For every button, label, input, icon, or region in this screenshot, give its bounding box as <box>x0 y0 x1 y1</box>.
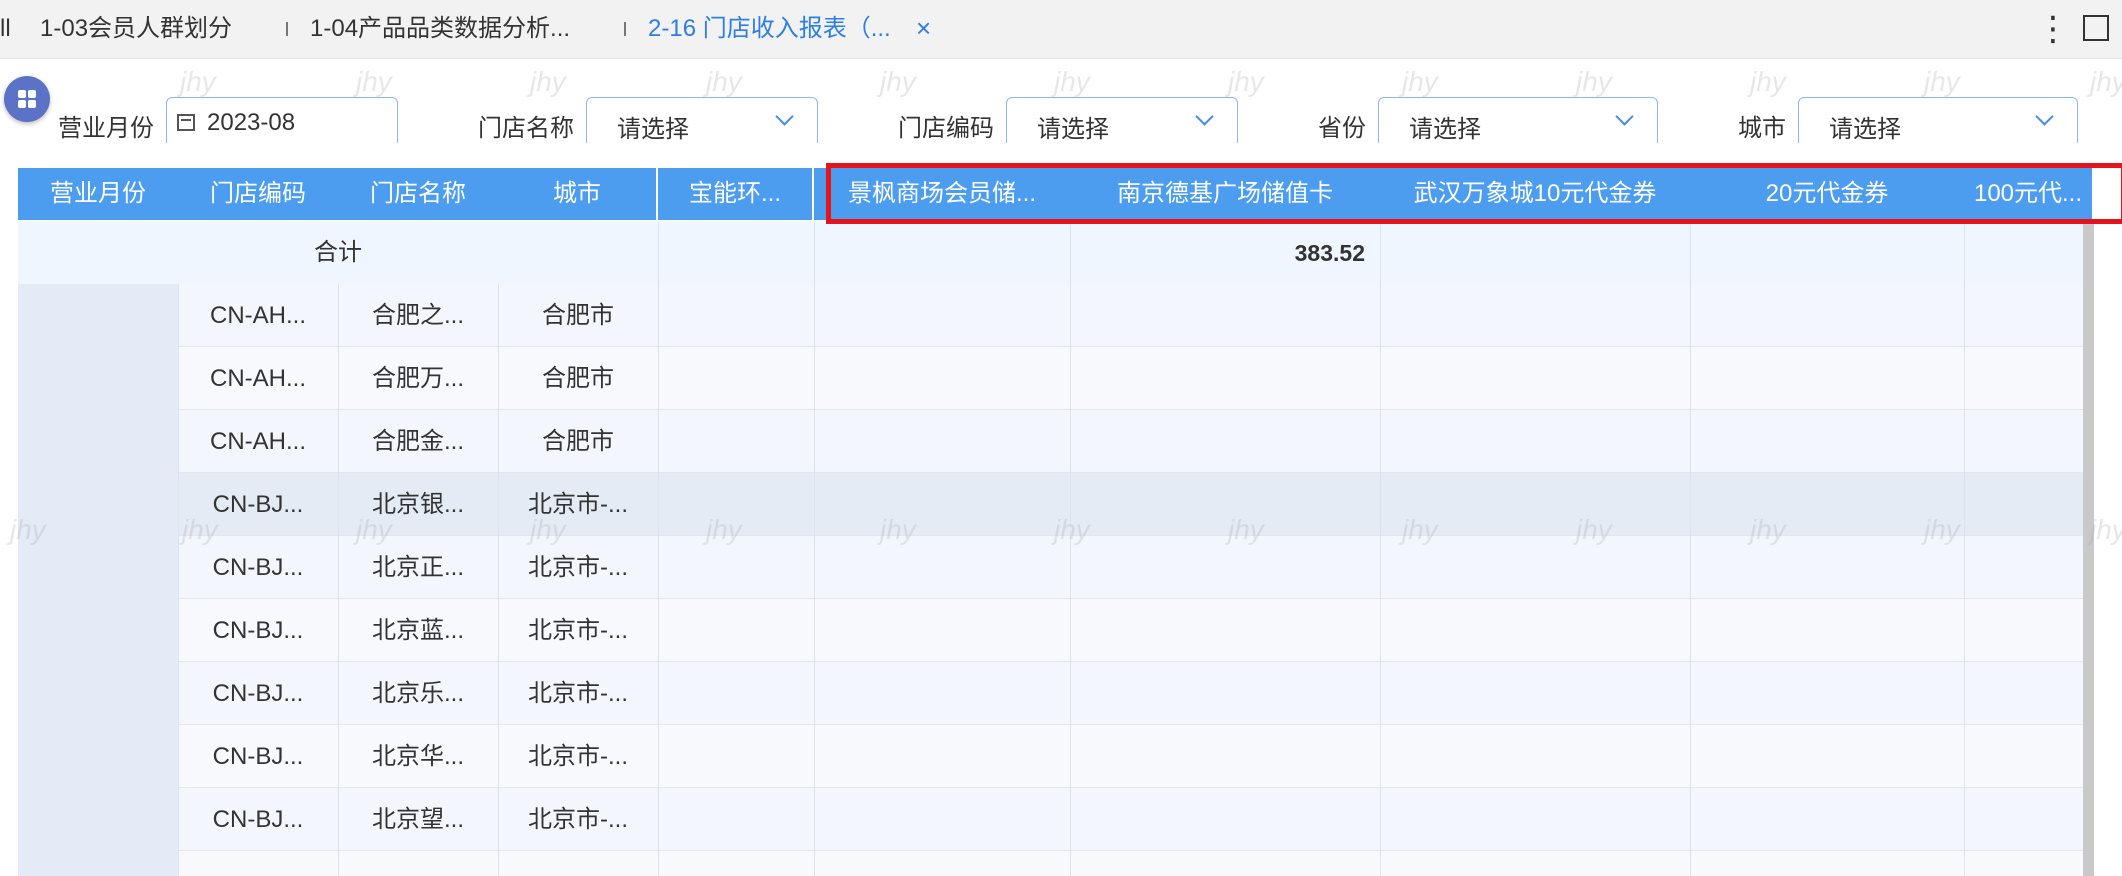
cell-store-code: CN-BJ... <box>212 617 304 644</box>
calendar-icon <box>177 114 195 131</box>
watermark: jhy <box>1576 66 1612 97</box>
store-name-value: 请选择 <box>617 116 689 143</box>
cell-city: 合肥市 <box>542 302 614 329</box>
highlight-box <box>826 163 2122 224</box>
watermark: jhy <box>880 66 916 97</box>
col-header-store-code[interactable]: 门店编码 <box>178 168 340 220</box>
month-value: 2023-08 <box>207 109 296 136</box>
grid-line <box>1070 222 1071 876</box>
watermark: jhy <box>1402 66 1438 97</box>
cell-city: 北京市-... <box>528 491 628 518</box>
cell-store-name: 北京乐... <box>371 680 464 707</box>
grid-line <box>338 284 339 876</box>
table-row[interactable]: CN-BJ... 北京正... 北京市-... <box>178 536 2092 599</box>
tab-product-category[interactable]: 1-04产品品类数据分析... <box>310 0 570 58</box>
province-value: 请选择 <box>1409 116 1481 143</box>
cell-store-code: CN-BJ... <box>212 806 304 833</box>
cell-store-code: CN-BJ... <box>212 680 304 707</box>
grid-line <box>658 222 659 876</box>
cell-store-name: 合肥万... <box>371 365 464 392</box>
table-row[interactable]: CN-BJ... 北京乐... 北京市-... <box>178 662 2092 725</box>
cell-store-name: 北京望... <box>371 806 464 833</box>
province-select[interactable]: 请选择 <box>1378 97 1658 143</box>
cell-store-code: CN-BJ... <box>212 491 304 518</box>
grid-line <box>178 284 179 876</box>
tab-store-revenue-report[interactable]: 2-16 门店收入报表（... <box>648 0 891 58</box>
month-label: 营业月份 <box>58 115 154 142</box>
watermark: jhy <box>530 66 566 97</box>
city-select[interactable]: 请选择 <box>1798 97 2078 143</box>
cell-store-code: CN-AH... <box>210 428 306 455</box>
grid-line <box>1690 222 1691 876</box>
cell-city: 北京市-... <box>528 743 628 770</box>
cell-store-code: CN-BJ... <box>212 743 304 770</box>
col-header-col5[interactable]: 宝能环... <box>658 168 814 220</box>
watermark: jhy <box>1228 66 1264 97</box>
vertical-scrollbar[interactable] <box>2083 222 2094 876</box>
table-row[interactable]: CN-BJ... 北京华... 北京市-... <box>178 725 2092 788</box>
cell-store-name: 北京银... <box>371 491 464 518</box>
col-header-store-name[interactable]: 门店名称 <box>338 168 500 220</box>
table-row[interactable]: CN-AH... 合肥之... 合肥市 <box>178 284 2092 347</box>
store-code-value: 请选择 <box>1037 116 1109 143</box>
table-row[interactable]: CN-AH... 合肥金... 合肥市 <box>178 410 2092 473</box>
watermark: jhy <box>706 66 742 97</box>
col-header-month[interactable]: 营业月份 <box>18 168 180 220</box>
cell-city: 北京市-... <box>528 680 628 707</box>
store-name-select[interactable]: 请选择 <box>586 97 818 143</box>
chevron-down-icon <box>1195 107 1214 126</box>
watermark: jhy <box>2090 514 2122 545</box>
chevron-down-icon <box>1615 107 1634 126</box>
maximize-icon[interactable] <box>2083 15 2109 41</box>
chevron-down-icon <box>775 107 794 126</box>
store-code-label: 门店编码 <box>898 115 994 142</box>
cell-store-name: 合肥之... <box>371 302 464 329</box>
table-row[interactable]: CN-BJ... 北京蓝... 北京市-... <box>178 599 2092 662</box>
watermark: jhy <box>2090 66 2122 97</box>
cell-store-name: 北京蓝... <box>371 617 464 644</box>
cell-store-name: 合肥金... <box>371 428 464 455</box>
grid-line <box>1964 222 1965 876</box>
cell-store-name: 北京华... <box>371 743 464 770</box>
tab-partial[interactable]: ll <box>0 0 11 58</box>
cell-city: 合肥市 <box>542 365 614 392</box>
tab-bar: ll 1-03会员人群划分 1-04产品品类数据分析... 2-16 门店收入报… <box>0 0 2122 59</box>
tab-separator <box>286 22 288 36</box>
grid-line <box>1380 222 1381 876</box>
col-header-city[interactable]: 城市 <box>498 168 658 220</box>
month-picker[interactable]: 2023-08 <box>166 97 398 143</box>
cell-store-code: CN-AH... <box>210 365 306 392</box>
table-row-hovered[interactable]: CN-BJ... 北京银... 北京市-... <box>178 473 2092 536</box>
city-label: 城市 <box>1738 115 1786 142</box>
watermark: jhy <box>1924 66 1960 97</box>
merged-month-cell <box>18 284 178 876</box>
total-label: 合计 <box>314 239 362 266</box>
city-value: 请选择 <box>1829 116 1901 143</box>
tab-separator <box>624 22 626 36</box>
watermark: jhy <box>356 66 392 97</box>
cell-city: 北京市-... <box>528 554 628 581</box>
watermark: jhy <box>1054 66 1090 97</box>
cell-store-code: CN-BJ... <box>212 554 304 581</box>
chevron-down-icon <box>2035 107 2054 126</box>
province-label: 省份 <box>1318 115 1366 142</box>
table-row[interactable]: CN-AH... 合肥万... 合肥市 <box>178 347 2092 410</box>
cell-store-code: CN-AH... <box>210 302 306 329</box>
table-row[interactable]: CN-BJ... 北京望... 北京市-... <box>178 788 2092 851</box>
tab-member-groups[interactable]: 1-03会员人群划分 <box>40 0 232 58</box>
cell-city: 北京市-... <box>528 806 628 833</box>
total-value: 383.52 <box>1294 240 1365 266</box>
store-name-label: 门店名称 <box>478 115 574 142</box>
cell-city: 北京市-... <box>528 617 628 644</box>
watermark: jhy <box>1750 66 1786 97</box>
tab-close-icon[interactable]: × <box>916 0 931 58</box>
app-grid-icon[interactable] <box>4 76 50 122</box>
grid-line <box>814 222 815 876</box>
store-code-select[interactable]: 请选择 <box>1006 97 1238 143</box>
more-menu-icon[interactable]: ⋮ <box>2036 10 2070 48</box>
watermark: jhy <box>180 66 216 97</box>
grid-line <box>498 284 499 876</box>
cell-store-name: 北京正... <box>371 554 464 581</box>
cell-city: 合肥市 <box>542 428 614 455</box>
